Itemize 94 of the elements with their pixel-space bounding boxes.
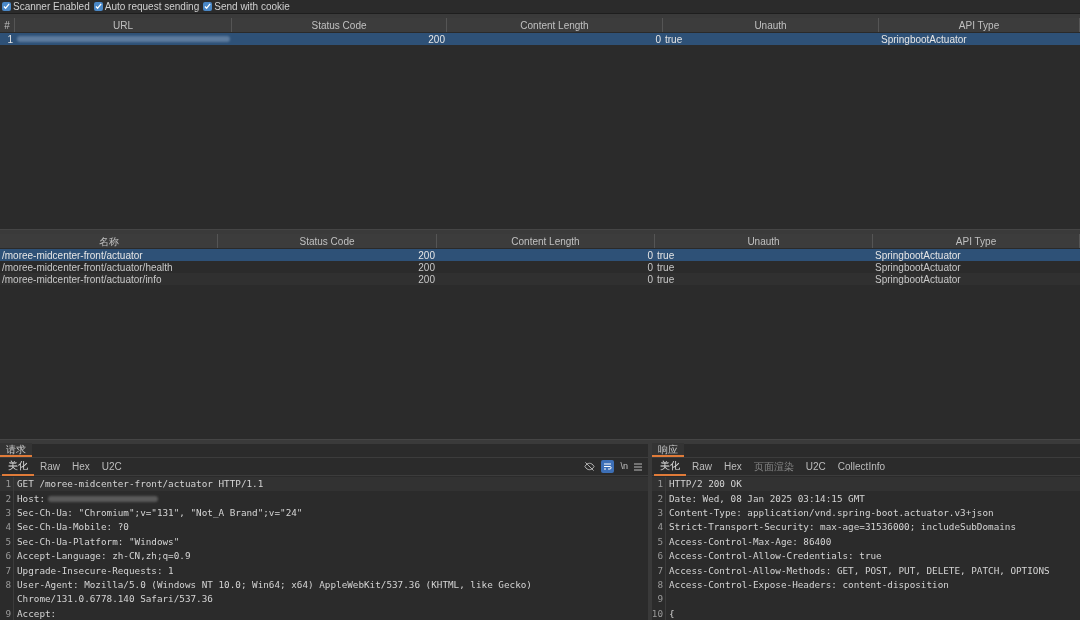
code-line: Access-Control-Allow-Methods: GET, POST, PUT, DELETE, PATCH, OPTIONS <box>669 563 1050 578</box>
wrap-icon[interactable] <box>601 460 615 473</box>
line-number: 8 <box>657 577 663 592</box>
column-header[interactable]: Status Code <box>218 234 437 248</box>
newline-toggle[interactable]: \n <box>620 459 628 474</box>
table-row[interactable]: /moree-midcenter-front/actuator/info 200 0 true SpringbootActuator <box>0 273 1080 285</box>
line-number: 3 <box>5 506 11 520</box>
line-number: 7 <box>657 563 663 578</box>
column-header[interactable]: # <box>0 18 15 32</box>
table-cell: SpringbootActuator <box>881 33 967 45</box>
table-row[interactable]: /moree-midcenter-front/actuator 200 0 true SpringbootActuator <box>0 249 1080 261</box>
code-line: Chrome/131.0.6778.140 Safari/537.36 <box>17 592 213 607</box>
menu-icon[interactable] <box>634 462 642 471</box>
table-cell: true <box>657 249 675 261</box>
checkbox-label: Scanner Enabled <box>13 0 90 14</box>
code-line: Access-Control-Max-Age: 86400 <box>669 534 832 549</box>
line-number: 1 <box>5 477 11 492</box>
checkbox[interactable] <box>203 2 213 11</box>
table-cell: true <box>657 273 675 285</box>
checkbox-label: Send with cookie <box>214 0 290 14</box>
line-number: 5 <box>657 534 663 549</box>
checkbox-label: Auto request sending <box>104 0 200 14</box>
line-number: 4 <box>657 520 663 535</box>
column-header[interactable]: Unauth <box>655 234 873 248</box>
line-number: 4 <box>5 520 11 535</box>
checkbox[interactable] <box>2 2 11 11</box>
line-number: 1 <box>657 477 663 492</box>
table-cell: 1 <box>7 33 13 45</box>
panel-title[interactable]: 响应 <box>652 443 684 457</box>
line-number: 9 <box>657 592 663 607</box>
table-cell: 200 <box>418 249 435 261</box>
code-line: Accept-Language: zh-CN,zh;q=0.9 <box>17 549 191 564</box>
table-row[interactable]: 1 200 0 true SpringbootActuator <box>0 33 1080 45</box>
tab[interactable]: U2C <box>799 457 832 476</box>
table-cell: true <box>665 33 683 45</box>
line-number: 2 <box>5 491 11 506</box>
column-header[interactable]: Content Length <box>437 234 655 248</box>
line-number: 10 <box>651 606 663 620</box>
table-cell: 200 <box>418 273 435 285</box>
panel-title[interactable]: 请求 <box>0 443 32 457</box>
code-line: Sec-Ch-Ua-Platform: "Windows" <box>17 534 180 549</box>
checkbox[interactable] <box>93 2 103 11</box>
line-number: 5 <box>5 534 11 549</box>
table-cell: 0 <box>655 33 661 45</box>
code-line: Access-Control-Allow-Credentials: true <box>669 549 882 564</box>
line-number: 2 <box>657 491 663 506</box>
tab[interactable]: 美化 <box>654 457 686 476</box>
code-line: Content-Type: application/vnd.spring-boot.actuator.v3+json <box>669 506 994 520</box>
column-header[interactable]: API Type <box>873 234 1080 248</box>
table-cell: /moree-midcenter-front/actuator/health <box>2 261 173 273</box>
table-cell: 200 <box>428 33 445 45</box>
code-line: Sec-Ch-Ua-Mobile: ?0 <box>17 520 129 535</box>
tab[interactable]: U2C <box>95 457 128 476</box>
table-cell: SpringbootActuator <box>875 249 961 261</box>
line-number: 6 <box>5 549 11 564</box>
table-cell: /moree-midcenter-front/actuator/info <box>2 273 162 285</box>
code-line: Access-Control-Expose-Headers: content-disposition <box>669 577 949 592</box>
column-header[interactable]: 名称 <box>0 234 218 248</box>
code-line: User-Agent: Mozilla/5.0 (Windows NT 10.0; Win64; x64) AppleWebKit/537.36 (KHTML, like Gecko) <box>17 577 532 592</box>
column-header[interactable]: URL <box>15 18 232 32</box>
line-number: 7 <box>5 563 11 578</box>
tab[interactable]: Raw <box>34 457 66 476</box>
tab[interactable]: Hex <box>66 457 96 476</box>
table-cell: true <box>657 261 675 273</box>
table-cell: 0 <box>647 273 653 285</box>
code-line: Strict-Transport-Security: max-age=31536000; includeSubDomains <box>669 520 1017 535</box>
code-line: Accept: <box>17 606 57 620</box>
code-line: HTTP/2 200 OK <box>669 477 742 492</box>
line-number: 3 <box>657 506 663 520</box>
table-cell: /moree-midcenter-front/actuator <box>2 249 143 261</box>
tab[interactable]: Hex <box>718 457 748 476</box>
table-cell: SpringbootActuator <box>875 273 961 285</box>
column-header[interactable]: Content Length <box>447 18 663 32</box>
tab: 页面渲染 <box>747 457 800 476</box>
code-line: { <box>669 606 675 620</box>
line-number: 6 <box>657 549 663 564</box>
table-cell: 0 <box>647 261 653 273</box>
line-number: 9 <box>5 606 11 620</box>
hidden-eye-icon[interactable] <box>584 461 596 472</box>
code-line: Date: Wed, 08 Jan 2025 03:14:15 GMT <box>669 491 865 506</box>
line-number: 8 <box>5 577 11 592</box>
table-cell: SpringbootActuator <box>875 261 961 273</box>
tab[interactable]: 美化 <box>2 457 34 476</box>
code-line: GET /moree-midcenter-front/actuator HTTP/1.1 <box>17 477 264 492</box>
table-cell: 200 <box>418 261 435 273</box>
column-header[interactable]: Unauth <box>663 18 879 32</box>
code-line: Upgrade-Insecure-Requests: 1 <box>17 563 174 578</box>
column-header[interactable]: Status Code <box>232 18 447 32</box>
column-header[interactable]: API Type <box>879 18 1080 32</box>
table-cell: 0 <box>647 249 653 261</box>
tab[interactable]: CollectInfo <box>831 457 892 476</box>
code-line: Host: <box>17 491 45 506</box>
tab[interactable]: Raw <box>686 457 718 476</box>
code-line: Sec-Ch-Ua: "Chromium";v="131", "Not_A Brand";v="24" <box>17 506 303 520</box>
